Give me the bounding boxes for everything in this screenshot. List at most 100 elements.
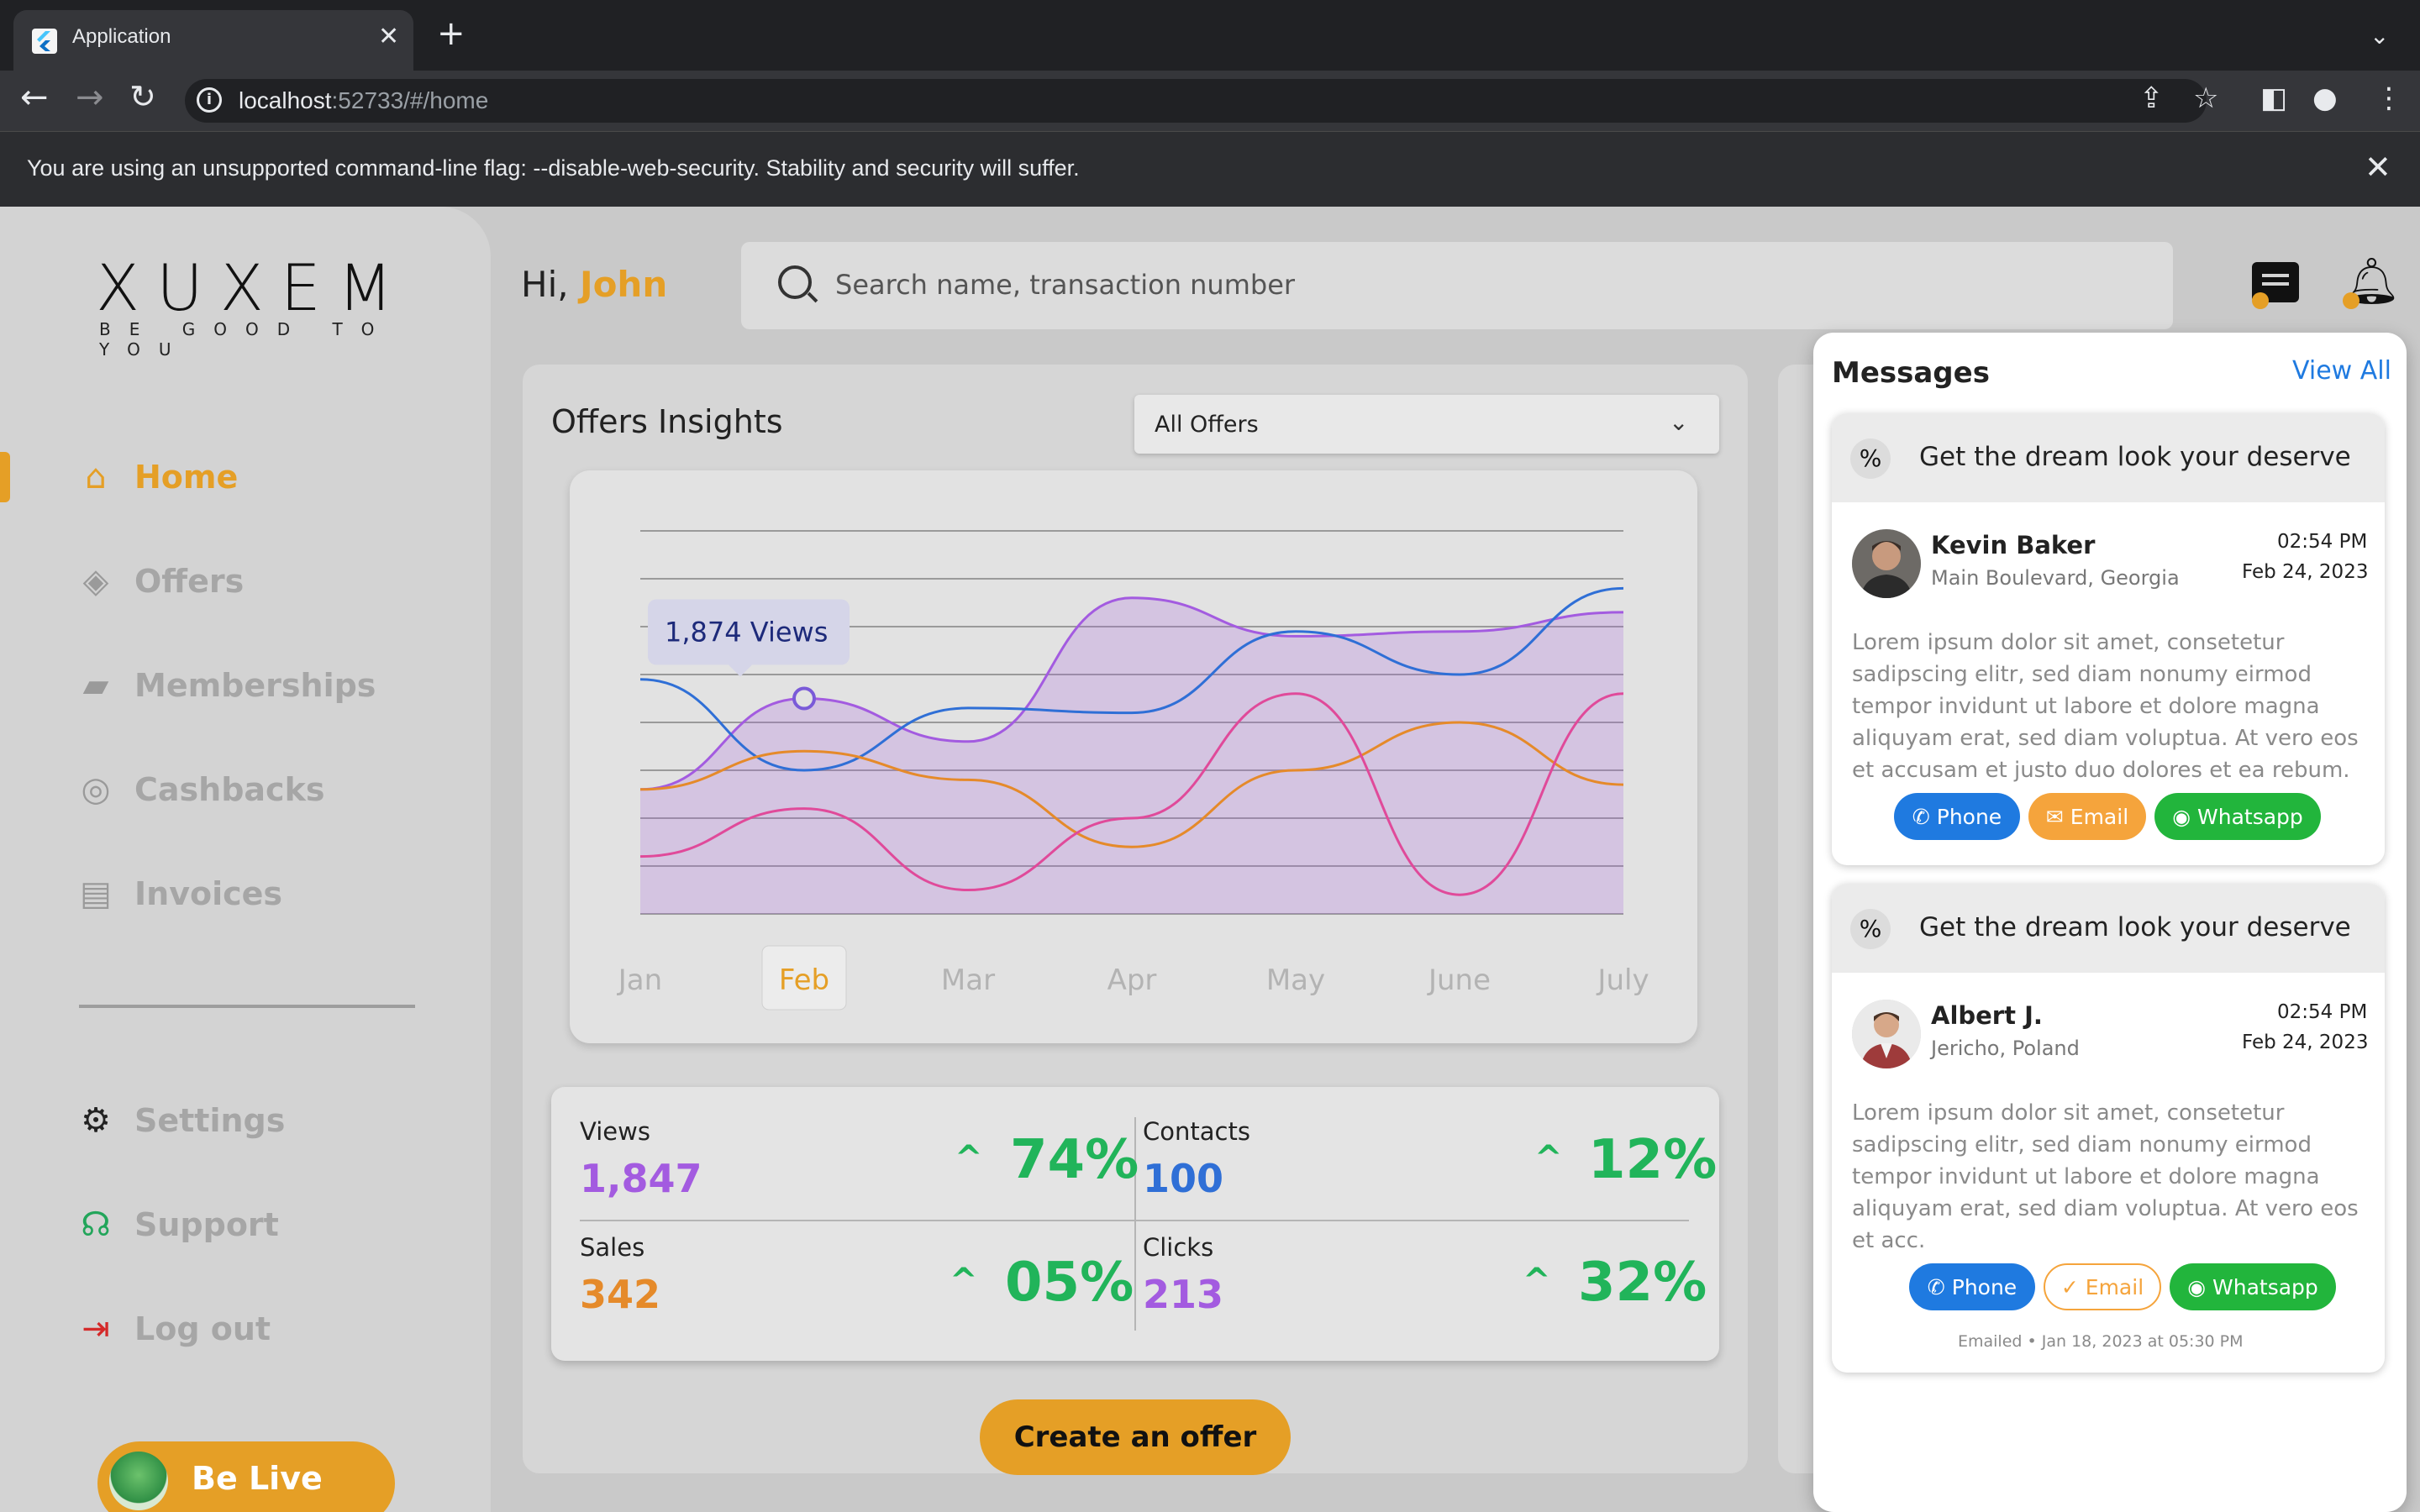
phone-button[interactable]: ✆ Phone <box>1894 793 2020 840</box>
mail-icon: ✉ <box>2045 804 2064 829</box>
view-all-link[interactable]: View All <box>2292 356 2391 386</box>
sidebar-item-settings[interactable]: ⚙ Settings <box>76 1095 285 1146</box>
trend-up-icon: ^ <box>955 1139 983 1178</box>
sidebar-item-label: Log out <box>134 1310 271 1347</box>
message-time: 02:54 PM <box>2277 1001 2368 1023</box>
phone-button[interactable]: ✆ Phone <box>1909 1263 2035 1310</box>
tab-search-chevron-icon[interactable]: ⌄ <box>2370 22 2389 50</box>
forward-icon[interactable]: → <box>76 81 104 114</box>
sidebar-item-label: Support <box>134 1206 279 1243</box>
chat-notification-dot <box>2252 292 2269 309</box>
greeting: Hi, John <box>521 264 668 305</box>
stat-contacts-value: 100 <box>1143 1156 1224 1201</box>
trend-up-icon: ^ <box>950 1262 978 1300</box>
whatsapp-icon: ◉ <box>2187 1274 2207 1299</box>
browser-tab[interactable]: Application ✕ <box>13 10 413 71</box>
stat-sales-value: 342 <box>580 1272 661 1317</box>
chart-x-tick-label: Jan <box>617 963 662 997</box>
stat-sales-pct: 05% <box>1005 1252 1134 1314</box>
whatsapp-button[interactable]: ◉ Whatsapp <box>2154 793 2321 840</box>
chart-x-tick-label: July <box>1596 963 1649 997</box>
sidebar-item-label: Cashbacks <box>134 771 325 808</box>
discount-tag-icon: % <box>1850 438 1891 479</box>
invoice-icon: ▤ <box>80 874 112 913</box>
logo-tagline: BE GOOD TO YOU <box>99 319 393 360</box>
search-bar[interactable] <box>741 242 2173 329</box>
email-button[interactable]: ✓ Email <box>2044 1263 2161 1310</box>
message-date: Feb 24, 2023 <box>2242 561 2369 583</box>
whatsapp-button[interactable]: ◉ Whatsapp <box>2170 1263 2336 1310</box>
be-live-button[interactable]: Be Live <box>97 1441 395 1512</box>
email-button[interactable]: ✉ Email <box>2028 793 2146 840</box>
profile-icon[interactable]: ● <box>2312 84 2338 113</box>
sidebar-item-invoices[interactable]: ▤ Invoices <box>76 869 282 919</box>
new-tab-icon[interactable]: + <box>437 17 466 50</box>
headset-icon: ☊ <box>81 1205 111 1244</box>
be-live-logo-icon <box>109 1452 168 1510</box>
address-bar[interactable]: i localhost:52733/#/home <box>185 79 2207 123</box>
search-icon <box>778 265 812 299</box>
create-offer-button[interactable]: Create an offer <box>980 1399 1291 1475</box>
stat-contacts-label: Contacts <box>1143 1117 1250 1146</box>
dropdown-selected-value: All Offers <box>1155 412 1259 438</box>
insights-chart-card: 1,874 Views Jan Feb Mar Apr May June July <box>570 470 1697 1043</box>
warning-close-icon[interactable]: ✕ <box>2365 149 2391 186</box>
stats-card: Views 1,847 ^ 74% Contacts 100 ^ 12% Sal… <box>551 1087 1719 1361</box>
offers-filter-dropdown[interactable]: All Offers ⌄ <box>1134 395 1719 454</box>
message-status: Emailed • Jan 18, 2023 at 05:30 PM <box>1958 1332 2244 1351</box>
home-icon: ⌂ <box>85 458 107 496</box>
side-panel-icon[interactable]: ◧ <box>2260 84 2287 113</box>
bookmark-star-icon[interactable]: ☆ <box>2193 84 2218 113</box>
sidebar-item-label: Invoices <box>134 875 283 912</box>
sidebar-item-home[interactable]: ⌂ Home <box>76 452 238 502</box>
message-card[interactable]: % Get the dream look your deserve Albert… <box>1832 884 2385 1373</box>
discount-tag-icon: % <box>1850 909 1891 949</box>
message-headline: Get the dream look your deserve <box>1919 912 2351 942</box>
tab-close-icon[interactable]: ✕ <box>378 22 399 51</box>
user-name: John <box>579 264 668 305</box>
chart-x-tick-label: June <box>1427 963 1491 997</box>
active-nav-marker <box>0 452 10 502</box>
sender-location: Jericho, Poland <box>1931 1037 2080 1060</box>
message-time: 02:54 PM <box>2277 531 2368 553</box>
url-text[interactable]: localhost:52733/#/home <box>239 87 488 114</box>
chart-x-tick-label: Mar <box>941 963 995 997</box>
trend-up-icon: ^ <box>1534 1139 1563 1178</box>
sidebar-item-offers[interactable]: ◈ Offers <box>76 556 245 606</box>
messages-popup: Messages View All % Get the dream look y… <box>1813 333 2407 1512</box>
sidebar-item-memberships[interactable]: ▰ Memberships <box>76 660 376 711</box>
avatar <box>1852 529 1921 598</box>
tag-icon: ◈ <box>82 562 109 601</box>
cashback-icon: ◎ <box>81 770 111 809</box>
avatar <box>1852 1000 1921 1068</box>
stats-divider-horizontal <box>580 1220 1689 1221</box>
chart-x-tick-label: Feb <box>779 963 829 997</box>
sidebar-item-support[interactable]: ☊ Support <box>76 1200 279 1250</box>
stat-clicks-pct: 32% <box>1578 1252 1707 1314</box>
stat-views-value: 1,847 <box>580 1156 702 1201</box>
phone-icon: ✆ <box>1912 804 1930 829</box>
line-chart: 1,874 Views Jan Feb Mar Apr May June July <box>617 530 1649 1011</box>
sidebar: XUXEM BE GOOD TO YOU ⌂ Home ◈ Offers ▰ M… <box>0 207 491 1512</box>
chart-tooltip-text: 1,874 Views <box>665 617 828 648</box>
logo-wordmark: XUXEM <box>96 250 410 325</box>
search-input[interactable] <box>835 260 2146 309</box>
site-info-icon[interactable]: i <box>197 87 222 113</box>
browser-menu-icon[interactable]: ⋮ <box>2375 84 2403 113</box>
warning-infobar: You are using an unsupported command-lin… <box>0 131 2420 207</box>
phone-icon: ✆ <box>1927 1274 1945 1299</box>
reload-icon[interactable]: ↻ <box>129 81 156 113</box>
sidebar-item-logout[interactable]: ⇥ Log out <box>76 1304 271 1354</box>
browser-toolbar: ← → ↻ i localhost:52733/#/home ⇪ ☆ ◧ ● ⋮ <box>0 71 2420 131</box>
message-card-header: % Get the dream look your deserve <box>1832 413 2385 502</box>
stat-views-label: Views <box>580 1117 650 1146</box>
stat-clicks-label: Clicks <box>1143 1233 1214 1262</box>
message-card[interactable]: % Get the dream look your deserve Kevin … <box>1832 413 2385 865</box>
back-icon[interactable]: ← <box>20 81 49 114</box>
offers-insights-panel: Offers Insights All Offers ⌄ 1,874 Views… <box>523 365 1748 1475</box>
flutter-favicon-icon <box>32 29 57 54</box>
message-card-header: % Get the dream look your deserve <box>1832 884 2385 973</box>
sidebar-item-cashbacks[interactable]: ◎ Cashbacks <box>76 764 325 815</box>
sender-name: Kevin Baker <box>1931 531 2096 559</box>
share-icon[interactable]: ⇪ <box>2139 84 2164 113</box>
